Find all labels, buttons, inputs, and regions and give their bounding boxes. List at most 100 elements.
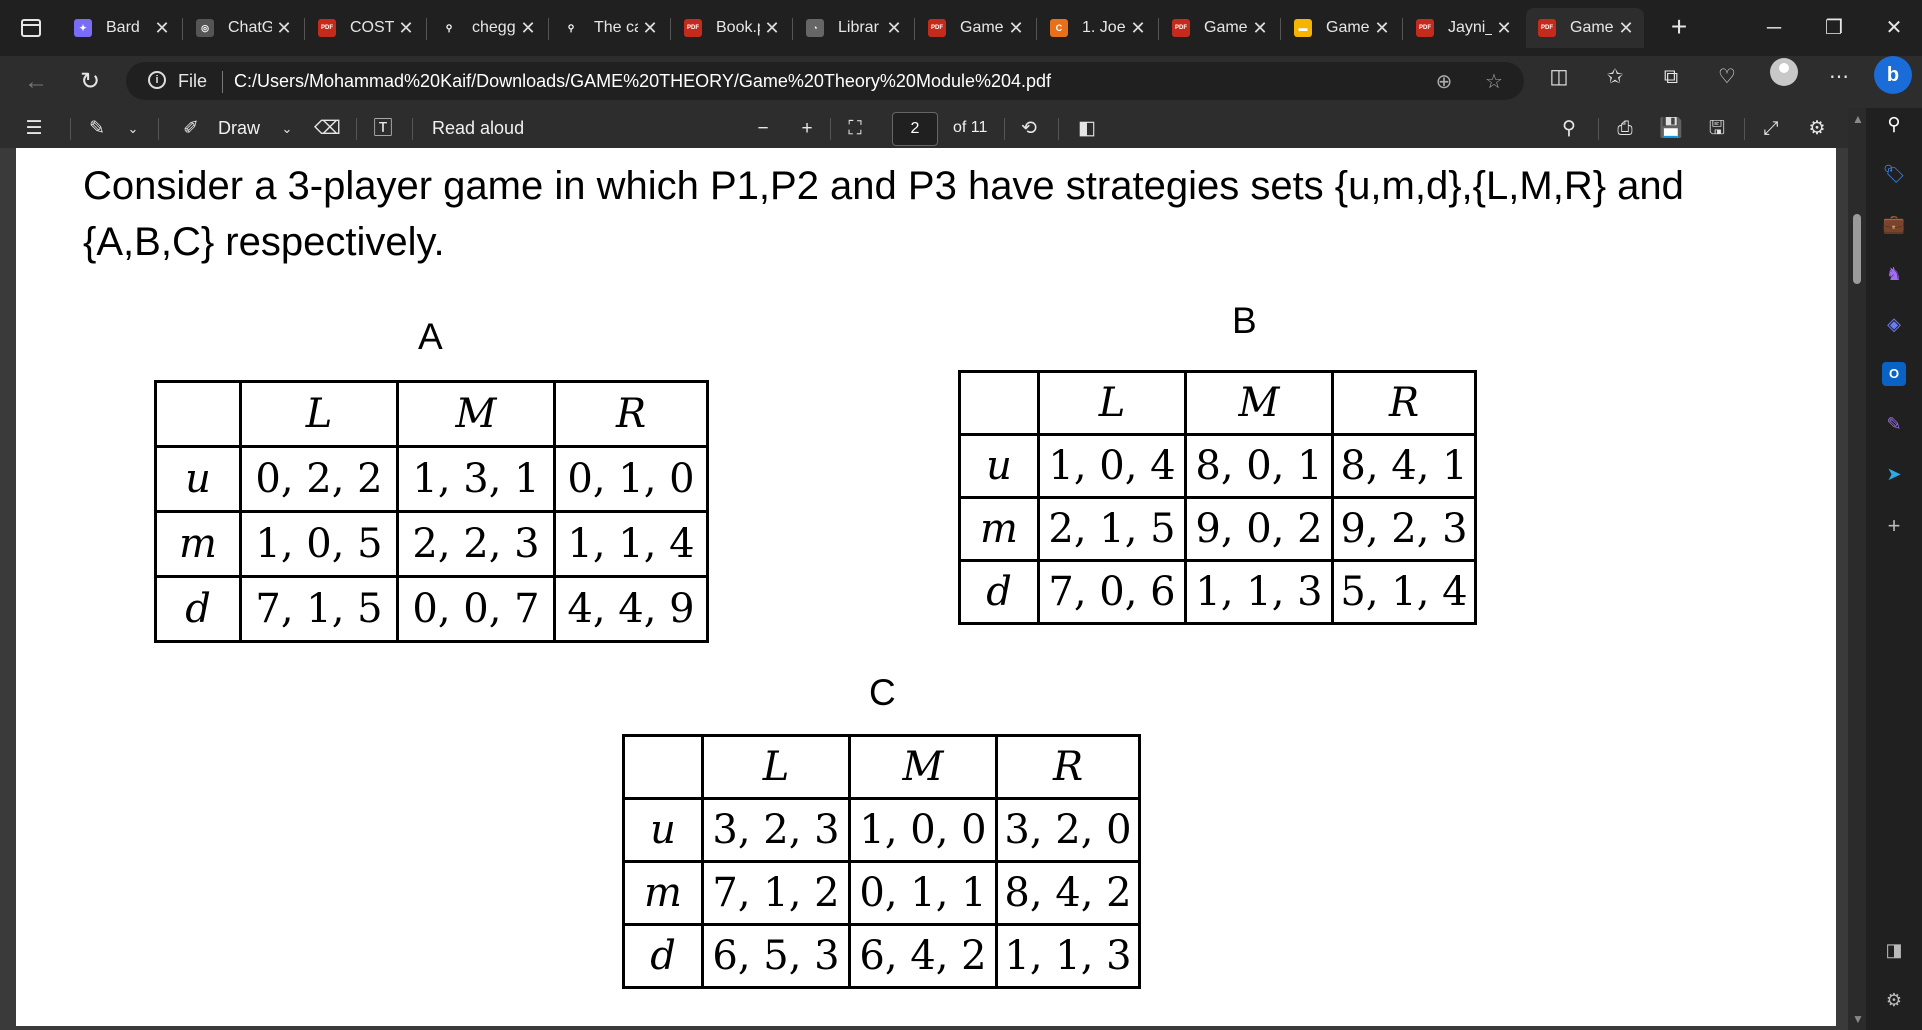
zoom-in-icon[interactable]: +	[794, 116, 820, 142]
telegram-icon[interactable]: ➤	[1882, 462, 1906, 486]
tab-title: Game	[1204, 19, 1248, 36]
close-tab-icon[interactable]: ✕	[1492, 18, 1516, 39]
search-icon: ⚲	[440, 19, 458, 37]
close-tab-icon[interactable]: ✕	[760, 18, 784, 39]
favorite-star-icon[interactable]: ☆	[1482, 70, 1506, 94]
payoff-cell: 3, 2, 3	[701, 797, 851, 863]
split-screen-icon[interactable]: ◫	[1546, 64, 1572, 90]
search-icon[interactable]: ⚲	[1556, 116, 1582, 142]
draw-icon[interactable]: ✐	[178, 116, 204, 142]
print-icon[interactable]: ⎙	[1612, 116, 1638, 142]
contents-icon[interactable]: ☰	[21, 116, 47, 142]
sidebar-settings-icon[interactable]: ⚙	[1882, 988, 1906, 1012]
games-icon[interactable]: ♞	[1882, 262, 1906, 286]
pdf-viewer[interactable]: Consider a 3-player game in which P1,P2 …	[0, 148, 1850, 1030]
browser-tab[interactable]: ◎ ChatG ✕	[184, 8, 302, 48]
table-corner-cell	[154, 380, 242, 448]
fit-page-icon[interactable]: ⛶	[842, 116, 868, 142]
close-tab-icon[interactable]: ✕	[1126, 18, 1150, 39]
pdf-icon: PDF	[1538, 19, 1556, 37]
edge-sidebar: ⚲ 🏷 💼 ♞ ◈ O ✎ ➤ + ◨ ⚙	[1866, 108, 1922, 1030]
add-sidebar-app-icon[interactable]: +	[1882, 514, 1906, 538]
address-bar[interactable]: i File C:/Users/Mohammad%20Kaif/Download…	[126, 62, 1524, 100]
tab-title: ChatG	[228, 19, 272, 36]
c-icon: C	[1050, 19, 1068, 37]
vertical-scrollbar[interactable]: ▲ ▼	[1848, 108, 1866, 1030]
browser-tab[interactable]: ⚲ The ca✕	[550, 8, 668, 48]
close-tab-icon[interactable]: ✕	[638, 18, 662, 39]
table-header-row: LMR	[622, 734, 1141, 800]
collections-icon[interactable]: ⧉	[1658, 64, 1684, 90]
close-window-button[interactable]: ✕	[1874, 12, 1914, 44]
chatgpt-icon: ◎	[196, 19, 214, 37]
favorites-icon[interactable]: ✩	[1602, 64, 1628, 90]
browser-tab[interactable]: PDF Game ✕	[916, 8, 1034, 48]
browser-tab[interactable]: ▬ Game ✕	[1282, 8, 1400, 48]
close-tab-icon[interactable]: ✕	[272, 18, 296, 39]
search-icon[interactable]: ⚲	[1882, 112, 1906, 136]
profile-avatar[interactable]	[1770, 58, 1798, 86]
close-tab-icon[interactable]: ✕	[1370, 18, 1394, 39]
payoff-table-a: L M Ru 0, 2, 2 1, 3, 1 0, 1, 0 m 1, 0, 5 2, 2, 3…	[154, 380, 709, 643]
refresh-button[interactable]: ↻	[72, 64, 108, 100]
tools-briefcase-icon[interactable]: 💼	[1882, 212, 1906, 236]
shopping-tag-icon[interactable]: 🏷	[1882, 162, 1906, 186]
save-as-icon[interactable]: 🖫	[1704, 116, 1730, 142]
highlight-dropdown-icon[interactable]: ⌄	[120, 116, 146, 142]
browser-tab[interactable]: ◔ Librar ✕	[794, 8, 912, 48]
close-tab-icon[interactable]: ✕	[516, 18, 540, 39]
bing-copilot-button[interactable]: b	[1874, 56, 1912, 94]
more-options-icon[interactable]: ⋯	[1826, 64, 1852, 90]
back-button[interactable]: ←	[18, 64, 54, 100]
close-tab-icon[interactable]: ✕	[394, 18, 418, 39]
url-text[interactable]: C:/Users/Mohammad%20Kaif/Downloads/GAME%…	[234, 71, 1051, 92]
outlook-icon[interactable]: O	[1882, 362, 1906, 386]
read-aloud-button[interactable]: Read aloud	[432, 118, 524, 139]
browser-tab[interactable]: C 1. Joe ✕	[1038, 8, 1156, 48]
zoom-out-icon[interactable]: −	[750, 116, 776, 142]
close-tab-icon[interactable]: ✕	[150, 18, 174, 39]
copilot-icon[interactable]: ◈	[1882, 312, 1906, 336]
scrollbar-thumb[interactable]	[1853, 214, 1861, 284]
close-tab-icon[interactable]: ✕	[1004, 18, 1028, 39]
browser-tab[interactable]: PDF Jayni_ ✕	[1404, 8, 1522, 48]
save-icon[interactable]: 💾	[1658, 116, 1684, 142]
page-number-input[interactable]: 2	[892, 112, 938, 146]
new-tab-button[interactable]: +	[1663, 12, 1695, 44]
fullscreen-icon[interactable]: ⤢	[1758, 116, 1784, 142]
scroll-down-arrow[interactable]: ▼	[1852, 1012, 1864, 1026]
page-view-icon[interactable]: ◧	[1074, 116, 1100, 142]
close-tab-icon[interactable]: ✕	[882, 18, 906, 39]
draw-button[interactable]: Draw	[218, 118, 260, 139]
payoff-cell: 4, 4, 9	[553, 575, 709, 643]
tab-actions-button[interactable]	[12, 14, 50, 42]
browser-essentials-icon[interactable]: ♡	[1714, 64, 1740, 90]
scroll-up-arrow[interactable]: ▲	[1852, 112, 1864, 126]
browser-tab[interactable]: PDF Game ✕	[1160, 8, 1278, 48]
zoom-icon[interactable]: ⊕	[1432, 70, 1456, 94]
browser-tab[interactable]: PDF Game ✕	[1526, 8, 1644, 48]
settings-gear-icon[interactable]: ⚙	[1804, 116, 1830, 142]
navigation-bar: ← ↻ i File C:/Users/Mohammad%20Kaif/Down…	[0, 56, 1922, 108]
hide-sidebar-icon[interactable]: ◨	[1882, 938, 1906, 962]
rotate-icon[interactable]: ⟲	[1016, 116, 1042, 142]
column-header: L	[239, 380, 399, 448]
browser-tab[interactable]: PDF COST ✕	[306, 8, 424, 48]
highlight-icon[interactable]: ✎	[84, 116, 110, 142]
restore-button[interactable]: ❐	[1814, 12, 1854, 44]
close-tab-icon[interactable]: ✕	[1248, 18, 1272, 39]
browser-tab[interactable]: ⚲ chegg ✕	[428, 8, 546, 48]
browser-tab[interactable]: ✦ Bard ✕	[62, 8, 180, 48]
draw-dropdown-icon[interactable]: ⌄	[274, 116, 300, 142]
designer-icon[interactable]: ✎	[1882, 412, 1906, 436]
row-header: d	[622, 923, 704, 989]
info-icon[interactable]: i	[148, 71, 166, 89]
text-box-icon[interactable]: 🅃	[370, 116, 396, 142]
tab-separator	[426, 18, 427, 40]
payoff-cell: 1, 1, 3	[1184, 559, 1334, 625]
eraser-icon[interactable]: ⌫	[314, 116, 341, 142]
question-text: Consider a 3-player game in which P1,P2 …	[83, 164, 1684, 264]
browser-tab[interactable]: PDF Book.p✕	[672, 8, 790, 48]
close-tab-icon[interactable]: ✕	[1614, 18, 1638, 39]
minimize-button[interactable]: ─	[1754, 12, 1794, 44]
